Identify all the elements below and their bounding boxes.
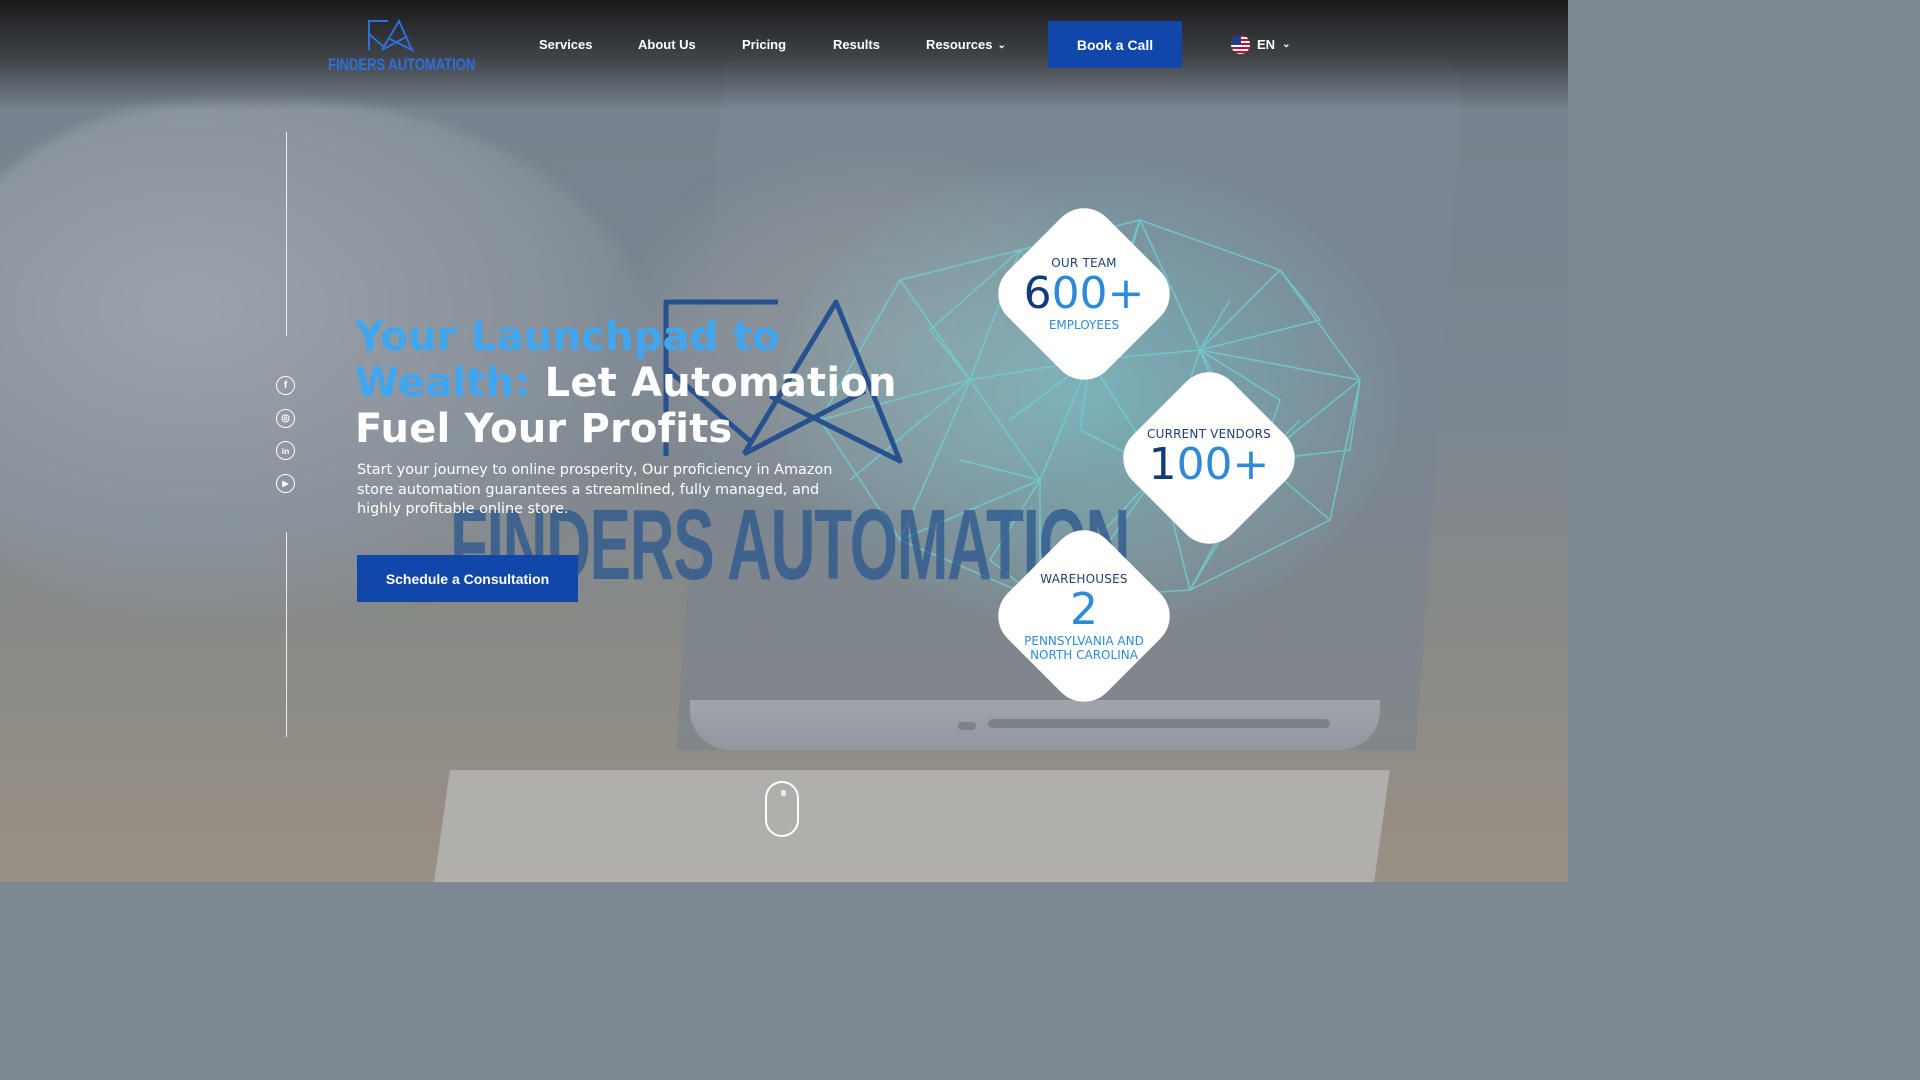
- linkedin-icon[interactable]: in: [276, 441, 295, 460]
- stat-value: 2: [1070, 584, 1098, 635]
- chevron-down-icon: ⌄: [997, 40, 1006, 51]
- scroll-mouse-icon[interactable]: [765, 781, 799, 837]
- stat-value: 100+: [1148, 439, 1270, 490]
- language-code: EN: [1257, 37, 1276, 52]
- brand-logo[interactable]: FINDERS AUTOMATION: [328, 18, 475, 76]
- logo-mark-icon: [368, 18, 414, 52]
- nav-resources-label: Resources: [926, 37, 993, 52]
- language-selector[interactable]: EN ⌄: [1231, 35, 1290, 54]
- logo-text: FINDERS AUTOMATION: [328, 55, 476, 74]
- youtube-icon[interactable]: ▶: [276, 474, 295, 493]
- us-flag-icon: [1231, 35, 1250, 54]
- chevron-down-icon: ⌄: [1282, 39, 1291, 50]
- rail-line-bottom: [286, 532, 287, 737]
- nav-services[interactable]: Services: [539, 37, 593, 52]
- stat-sub: PENNSYLVANIA AND NORTH CAROLINA: [1024, 634, 1144, 662]
- stat-sub: EMPLOYEES: [1048, 318, 1120, 332]
- paper-shape: [430, 770, 1390, 882]
- instagram-icon[interactable]: ◎: [276, 409, 295, 428]
- nav-about-us[interactable]: About Us: [638, 37, 696, 52]
- schedule-consultation-button[interactable]: Schedule a Consultation: [357, 555, 578, 602]
- facebook-icon[interactable]: f: [276, 376, 295, 395]
- book-call-button[interactable]: Book a Call: [1048, 21, 1182, 68]
- rail-line-top: [286, 132, 287, 336]
- hero-title: Your Launchpad to Wealth: Let Automation…: [355, 314, 915, 452]
- site-header: FINDERS AUTOMATION Services About Us Pri…: [0, 0, 1568, 92]
- hero-subtitle: Start your journey to online prosperity,…: [357, 462, 833, 518]
- stat-warehouses: WAREHOUSES 2 PENNSYLVANIA AND NORTH CARO…: [982, 514, 1186, 718]
- nav-results[interactable]: Results: [833, 37, 880, 52]
- nav-resources[interactable]: Resources ⌄: [926, 37, 1006, 52]
- nav-pricing[interactable]: Pricing: [742, 37, 786, 52]
- stat-value: 600+: [1023, 268, 1145, 319]
